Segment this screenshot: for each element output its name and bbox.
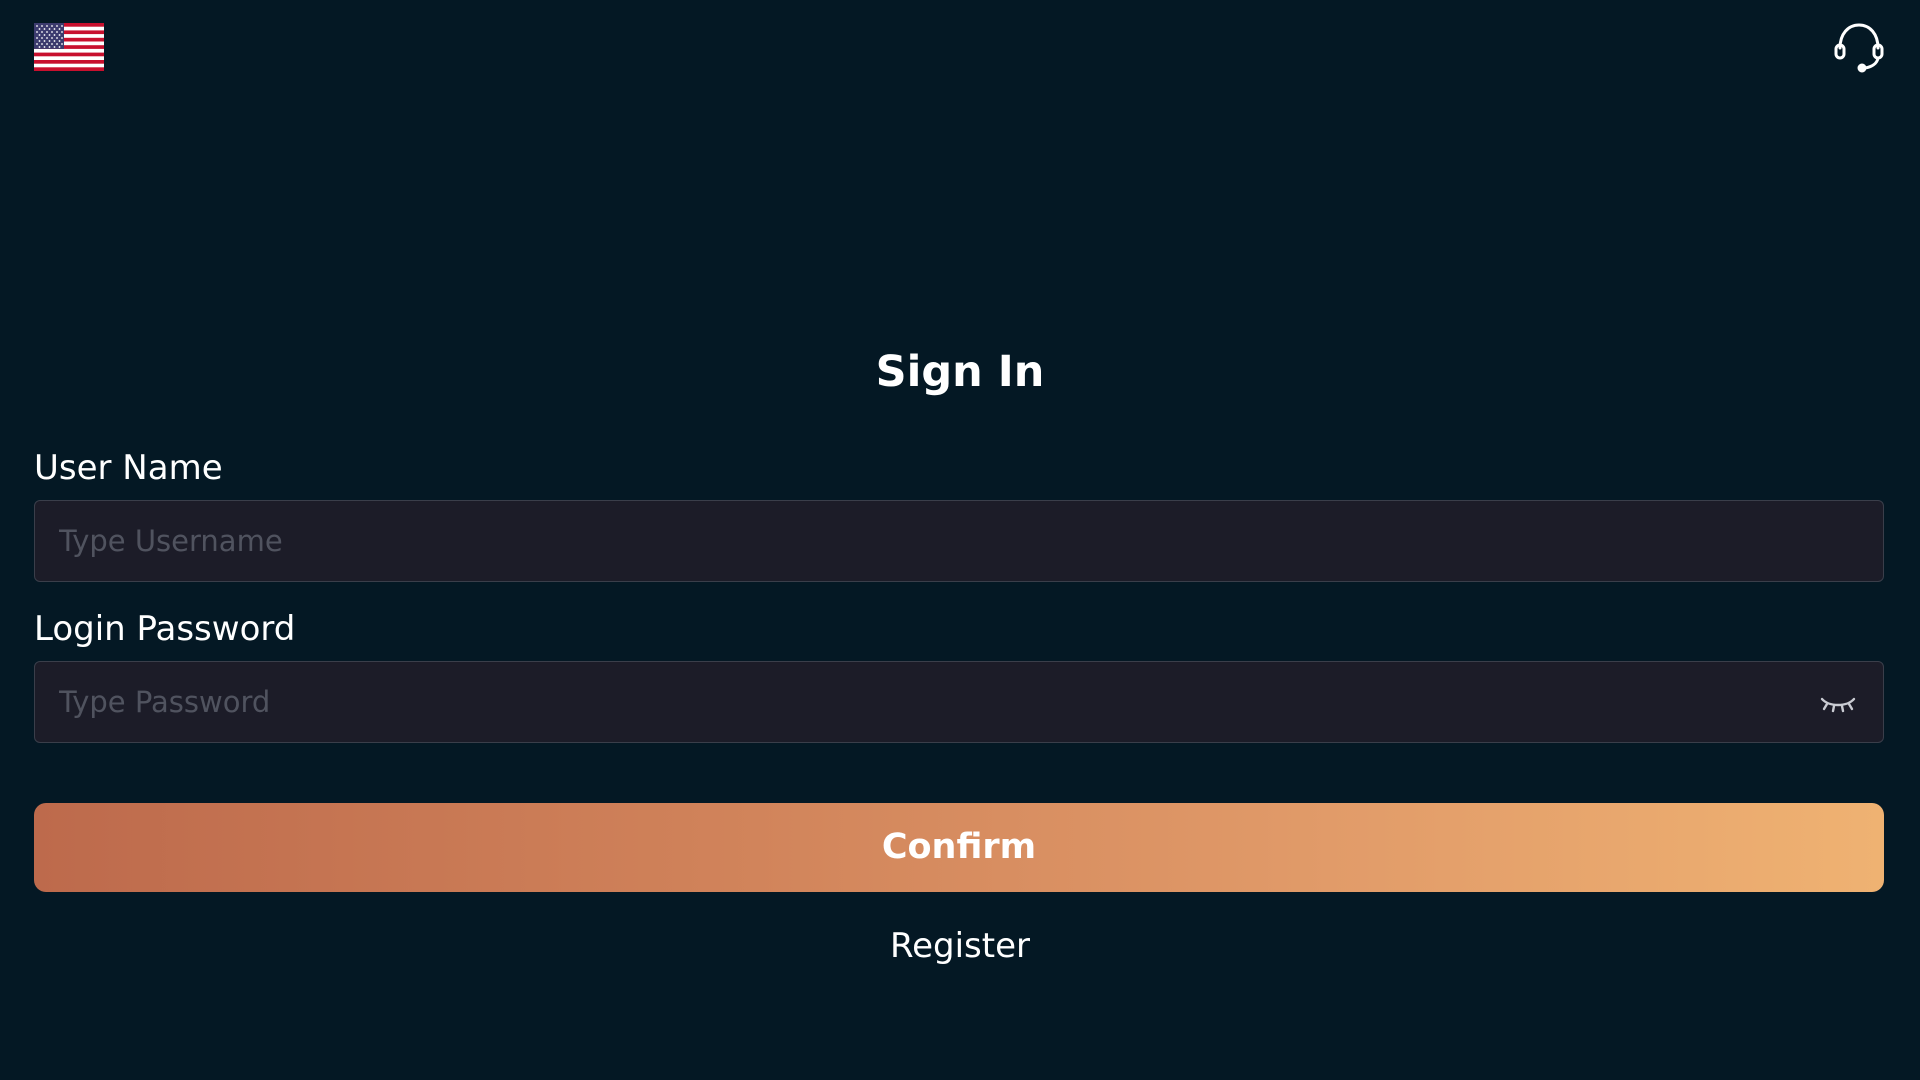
headset-icon[interactable] [1831,20,1887,74]
sign-in-page: Sign In User Name Login Password Confirm… [0,0,1920,1080]
register-row: Register [0,924,1920,968]
us-flag-icon[interactable] [34,23,104,71]
page-title: Sign In [875,347,1045,397]
register-link[interactable]: Register [890,926,1030,966]
password-input[interactable] [59,662,1799,742]
confirm-button[interactable]: Confirm [34,803,1884,892]
username-label: User Name [34,448,223,488]
password-field[interactable] [34,661,1884,743]
username-input[interactable] [59,501,1799,581]
username-field[interactable] [34,500,1884,582]
eye-closed-icon[interactable] [1819,686,1857,720]
password-label: Login Password [34,609,296,649]
